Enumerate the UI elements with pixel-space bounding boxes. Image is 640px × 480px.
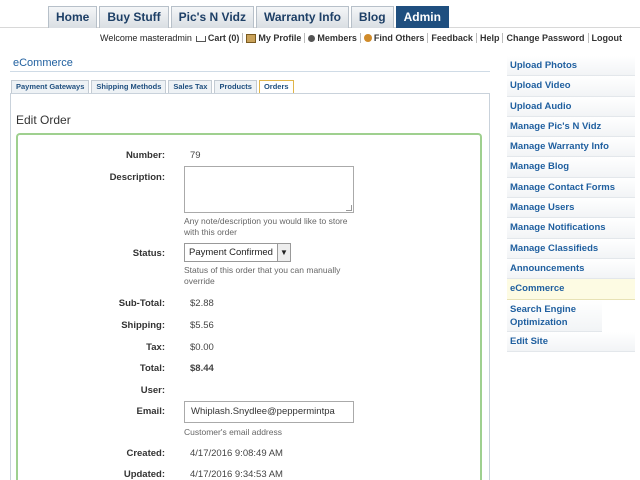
cart-link[interactable]: Cart (0)	[195, 33, 240, 43]
profile-icon	[246, 33, 257, 43]
subtab-sales-tax[interactable]: Sales Tax	[168, 80, 213, 93]
members-label: Members	[317, 33, 357, 43]
section-title: eCommerce	[13, 57, 73, 69]
find-others-label: Find Others	[373, 33, 425, 43]
description-help: Any note/description you would like to s…	[184, 216, 348, 237]
sidebar-item-manage-notifications[interactable]: Manage Notifications	[507, 218, 635, 239]
subtab-payment-gateways[interactable]: Payment Gateways	[11, 80, 90, 93]
description-label: Description:	[109, 172, 165, 183]
change-password-link[interactable]: Change Password	[506, 33, 584, 43]
total-label: Total:	[139, 363, 165, 374]
sidebar-item-upload-photos[interactable]: Upload Photos	[507, 56, 635, 77]
user-label: User:	[140, 385, 165, 396]
ecommerce-subtabs: Payment Gateways Shipping Methods Sales …	[11, 80, 296, 93]
subtab-products[interactable]: Products	[214, 80, 257, 93]
email-field[interactable]: Whiplash.Snydlee@peppermintpa	[184, 401, 354, 423]
nav-tab-blog[interactable]: Blog	[350, 6, 394, 28]
sidebar-item-upload-audio[interactable]: Upload Audio	[507, 96, 635, 117]
description-textarea[interactable]	[184, 166, 354, 213]
sidebar-item-search-engine-optimization[interactable]: Search Engine Optimization	[507, 299, 602, 332]
sidebar-item-upload-video[interactable]: Upload Video	[507, 76, 635, 97]
page-title: Edit Order	[16, 113, 71, 127]
cart-label: Cart (0)	[207, 33, 240, 43]
resize-grip-icon[interactable]	[346, 205, 352, 211]
email-label: Email:	[136, 406, 165, 417]
top-navigation-bar: Home Buy Stuff Pic's N Vidz Warranty Inf…	[0, 0, 640, 28]
separator	[502, 33, 504, 43]
created-value: 4/17/2016 9:08:49 AM	[190, 448, 283, 459]
subtotal-value: $2.88	[190, 298, 214, 309]
subtab-orders[interactable]: Orders	[258, 80, 294, 93]
nav-tab-admin[interactable]: Admin	[395, 6, 449, 28]
separator	[427, 33, 429, 43]
sidebar-item-edit-site[interactable]: Edit Site	[507, 331, 635, 352]
section-divider	[10, 71, 490, 72]
sidebar-item-ecommerce[interactable]: eCommerce	[507, 279, 635, 300]
my-profile-label: My Profile	[258, 33, 302, 43]
chevron-down-icon: ▼	[277, 244, 290, 261]
my-profile-link[interactable]: My Profile	[246, 33, 301, 43]
members-icon	[308, 34, 316, 42]
status-selected-value: Payment Confirmed	[189, 247, 273, 258]
nav-tab-buy-stuff[interactable]: Buy Stuff	[99, 6, 169, 28]
sidebar-item-manage-classifieds[interactable]: Manage Classifieds	[507, 238, 635, 259]
user-links-bar: Welcome masteradmin Cart (0) My Profile …	[100, 33, 622, 43]
number-label: Number:	[125, 150, 165, 161]
separator	[359, 33, 361, 43]
sidebar-item-manage-blog[interactable]: Manage Blog	[507, 157, 635, 178]
shipping-value: $5.56	[190, 320, 214, 331]
members-link[interactable]: Members	[308, 33, 357, 43]
sidebar-item-announcements[interactable]: Announcements	[507, 258, 635, 280]
shipping-label: Shipping:	[121, 320, 165, 331]
separator	[242, 33, 244, 43]
subtotal-label: Sub-Total:	[118, 298, 165, 309]
separator	[304, 33, 306, 43]
order-number: 79	[190, 150, 201, 161]
admin-sidebar: Upload Photos Upload Video Upload Audio …	[507, 56, 635, 352]
email-help: Customer's email address	[184, 427, 282, 437]
status-select[interactable]: Payment Confirmed ▼	[184, 243, 291, 262]
cart-icon	[195, 36, 206, 42]
sidebar-item-manage-pics-n-vidz[interactable]: Manage Pic's N Vidz	[507, 116, 635, 138]
separator	[587, 33, 589, 43]
nav-tab-pics-n-vidz[interactable]: Pic's N Vidz	[170, 6, 254, 28]
nav-tab-home[interactable]: Home	[48, 6, 98, 28]
total-value: $8.44	[190, 363, 214, 374]
find-others-icon	[363, 34, 372, 42]
sidebar-item-manage-users[interactable]: Manage Users	[507, 198, 635, 219]
separator	[475, 33, 477, 43]
sidebar-item-manage-contact-forms[interactable]: Manage Contact Forms	[507, 177, 635, 199]
updated-value: 4/17/2016 9:34:53 AM	[190, 469, 283, 480]
welcome-text: Welcome masteradmin	[99, 33, 192, 43]
status-label: Status:	[132, 248, 165, 259]
nav-tab-warranty-info[interactable]: Warranty Info	[256, 6, 349, 28]
sidebar-item-manage-warranty-info[interactable]: Manage Warranty Info	[507, 137, 635, 158]
help-link[interactable]: Help	[480, 33, 500, 43]
created-label: Created:	[126, 448, 165, 459]
subtab-shipping-methods[interactable]: Shipping Methods	[91, 80, 167, 93]
status-help: Status of this order that you can manual…	[184, 265, 341, 286]
feedback-link[interactable]: Feedback	[431, 33, 473, 43]
find-others-link[interactable]: Find Others	[363, 33, 425, 43]
tax-label: Tax:	[146, 342, 165, 353]
updated-label: Updated:	[123, 469, 165, 480]
logout-link[interactable]: Logout	[592, 33, 623, 43]
tax-value: $0.00	[190, 342, 214, 353]
main-nav: Home Buy Stuff Pic's N Vidz Warranty Inf…	[48, 6, 451, 28]
